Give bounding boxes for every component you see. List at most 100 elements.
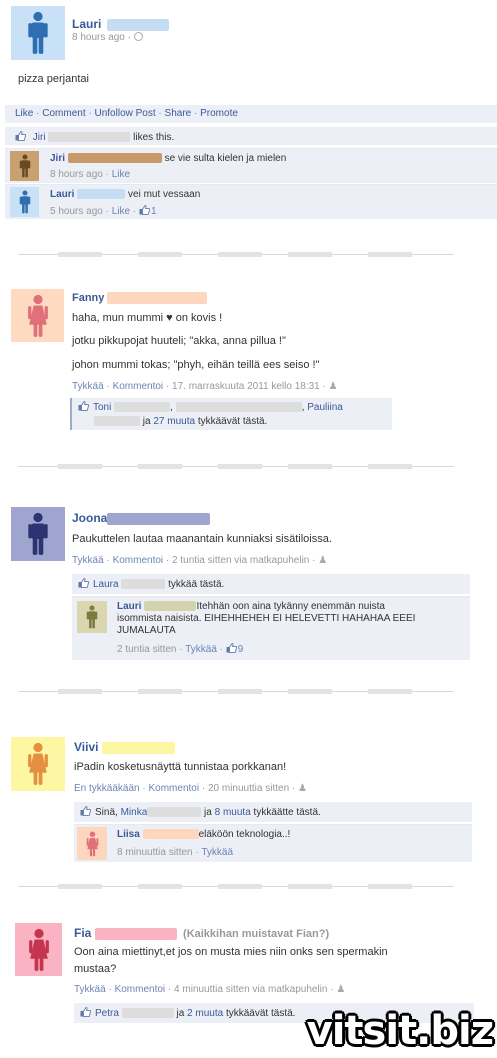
comment-like-link[interactable]: Like [112,206,130,217]
comment-link[interactable]: Kommentoi [113,381,164,392]
comment-author[interactable]: Lauri [50,189,74,200]
post-note: (Kaikkihan muistavat Fian?) [183,928,330,940]
comment-author[interactable]: Jiri [50,153,65,164]
redaction-bar [175,402,302,413]
share-link[interactable]: Share [165,108,192,119]
post-viivi: Viivi iPadin kosketusnäyttä tunnistaa po… [0,734,497,869]
others-link[interactable]: 8 muuta [215,807,251,818]
thumbs-up-icon [80,806,91,816]
redaction-bar [94,927,177,940]
likes-and: ja [176,1008,185,1019]
author-name[interactable]: Fia [74,926,91,940]
comment-author[interactable]: Lauri [117,601,141,612]
thumbs-up-icon [80,1007,91,1017]
author-name[interactable]: Joona [72,511,107,525]
post-time[interactable]: 4 minuuttia sitten via matkapuhelin [174,984,327,995]
comment-link[interactable]: Kommentoi [115,984,166,995]
redaction-bar [147,807,202,818]
friends-icon: ♟ [298,783,307,794]
liker-name[interactable]: Toni [93,402,111,413]
redaction-bar [121,579,166,590]
promote-link[interactable]: Promote [200,108,238,119]
avatar[interactable] [11,507,65,561]
comment-time[interactable]: 8 minuuttia sitten [117,847,193,858]
post-text-line: haha, mun mummi ♥ on kovis ! [72,312,223,324]
comment-link[interactable]: Kommentoi [149,783,200,794]
friends-icon: ♟ [318,555,328,566]
avatar[interactable] [77,827,107,860]
female-user-icon [86,831,99,857]
likes-text: tykkäävät tästä. [197,416,268,427]
like-link[interactable]: Like [15,108,33,119]
avatar[interactable] [15,923,62,976]
avatar[interactable] [10,187,39,217]
others-link[interactable]: 27 muuta [153,416,195,427]
post-time[interactable]: 2 tuntia sitten via matkapuhelin [172,555,309,566]
comment-time[interactable]: 5 hours ago [50,206,103,217]
you-text: Sinä, [95,807,118,818]
post-time[interactable]: 20 minuuttia sitten [208,783,289,794]
thumbs-up-icon [15,131,26,141]
friends-icon: ♟ [336,984,346,995]
comment-time[interactable]: 8 hours ago [50,169,103,180]
comment-like-link[interactable]: Tykkää [201,847,233,858]
unfollow-link[interactable]: Unfollow Post [95,108,156,119]
comment-like-count[interactable]: 9 [238,644,244,655]
others-link[interactable]: 2 muuta [187,1008,223,1019]
liker-name[interactable]: Petra [95,1008,119,1019]
comment-text: isommista naisista. EIHEHHEHEH EI HELEVE… [117,613,416,624]
liker-name[interactable]: Jiri [33,132,46,143]
post-actions: Like · Comment · Unfollow Post · Share ·… [5,105,497,123]
separator: , [301,402,305,413]
post-text-line: mustaa? [74,963,117,975]
post-text-line: jotku pikkupojat huuteli; "akka, anna pi… [72,335,286,347]
avatar[interactable] [10,151,39,181]
redaction-bar [114,402,171,413]
screenshot: Lauri 8 hours ago · pizza perjantai Like… [0,0,497,1058]
post-text: pizza perjantai [18,73,89,85]
post-text-line: johon mummi tokas; "phyh, eihän teillä e… [72,359,320,371]
post-time[interactable]: 17. marraskuuta 2011 kello 18:31 [172,381,320,392]
thumbs-up-icon [78,578,89,588]
comment-like-link[interactable]: Like [112,169,130,180]
male-user-icon [19,153,31,179]
redaction-bar [107,292,208,305]
comment-link[interactable]: Kommentoi [113,555,164,566]
thumbs-up-icon [78,401,89,411]
post-time[interactable]: 8 hours ago [72,32,125,43]
comment-like-link[interactable]: Tykkää [185,644,217,655]
liker-name[interactable]: Pauliina [307,402,343,413]
liker-name[interactable]: Laura [93,579,119,590]
likes-row: Laura tykkää tästä. [72,574,470,594]
divider [18,464,454,469]
likes-text: tykkää tästä. [168,579,225,590]
avatar[interactable] [77,601,107,633]
likes-text: likes this. [133,132,175,143]
author-name[interactable]: Viivi [74,740,98,754]
comment-time[interactable]: 2 tuntia sitten [117,644,176,655]
likes-text: tykkäävät tästä. [225,1008,296,1019]
female-user-icon [27,742,49,786]
comment: Jiri se vie sulta kielen ja mielen 8 hou… [5,148,497,183]
likes-and: ja [142,416,151,427]
like-link[interactable]: Tykkää [74,984,106,995]
like-link[interactable]: Tykkää [72,555,104,566]
unlike-link[interactable]: En tykkääkään [74,783,140,794]
likes-row: Sinä, Minka ja 8 muuta tykkäätte tästä. [74,802,472,822]
author-name[interactable]: Fanny [72,292,104,304]
like-link[interactable]: Tykkää [72,381,104,392]
post-lauri: Lauri 8 hours ago · pizza perjantai Like… [0,0,497,250]
avatar[interactable] [11,6,65,60]
friends-icon: ♟ [328,381,338,392]
liker-name[interactable]: Minka [121,807,148,818]
avatar[interactable] [11,289,64,342]
redaction-bar [106,18,169,31]
comment-like-count[interactable]: 1 [151,206,157,217]
redaction-bar [48,132,131,143]
comment-author[interactable]: Liisa [117,829,140,840]
author-name[interactable]: Lauri [72,17,101,31]
comment-link[interactable]: Comment [42,108,85,119]
female-user-icon [28,928,50,972]
avatar[interactable] [11,737,65,791]
post-text: Paukuttelen lautaa maanantain kunniaksi … [72,533,332,545]
